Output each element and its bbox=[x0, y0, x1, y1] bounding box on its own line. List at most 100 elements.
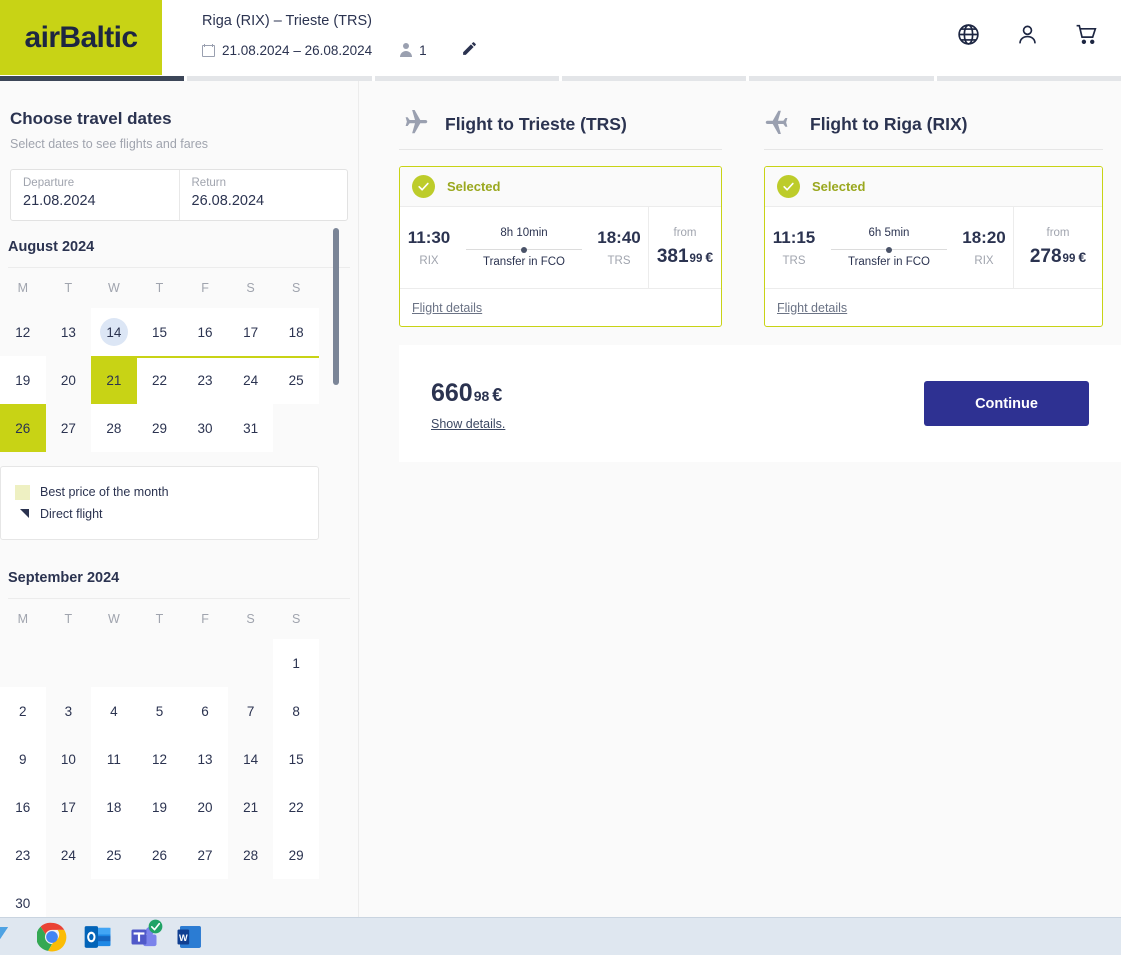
calendar-weekday-row: MTWTFSS bbox=[0, 599, 319, 639]
trip-summary: Riga (RIX) – Trieste (TRS) 21.08.2024 – … bbox=[202, 0, 478, 60]
word-icon[interactable]: W bbox=[172, 919, 208, 955]
return-price-main: 278 bbox=[1029, 246, 1062, 267]
chrome-icon[interactable] bbox=[34, 919, 70, 955]
departure-date-field[interactable]: Departure 21.08.2024 bbox=[11, 170, 179, 220]
calendar-day-cell[interactable]: 24 bbox=[227, 356, 274, 404]
calendar-day-cell[interactable]: 12 bbox=[136, 735, 183, 783]
calendar-day-cell[interactable]: 22 bbox=[136, 356, 183, 404]
calendar-day-cell[interactable]: 13 bbox=[182, 735, 228, 783]
outbound-from-label: from bbox=[673, 227, 697, 239]
return-arrive-time: 18:20 bbox=[962, 228, 1006, 247]
calendar-day-cell[interactable]: 16 bbox=[0, 783, 46, 831]
calendar-day-cell[interactable]: 23 bbox=[0, 831, 46, 879]
outbound-arrive-code: TRS bbox=[607, 255, 631, 267]
travel-dates-panel: Choose travel dates Select dates to see … bbox=[0, 81, 359, 917]
calendar-day-cell[interactable]: 2 bbox=[0, 687, 46, 735]
airbaltic-logo[interactable]: airBaltic bbox=[0, 0, 162, 75]
calendar-grid: M T W T F S S 12 13 14 15 16 17 18 19 20 21 22 23 24 25 26 27 2… bbox=[0, 268, 319, 452]
calendar-day-cell[interactable]: 25 bbox=[273, 356, 319, 404]
calendar-day-cell[interactable]: 22 bbox=[273, 783, 319, 831]
calendar-day-cell[interactable]: 30 bbox=[182, 404, 228, 452]
calendar-day-cell[interactable]: 20 bbox=[182, 783, 228, 831]
outbound-header: Flight to Trieste (TRS) bbox=[399, 81, 722, 149]
calendar-day-cell[interactable]: 4 bbox=[91, 687, 137, 735]
calendar-weekday: M bbox=[17, 612, 28, 626]
calendar-weekday-row: MTWTFSS bbox=[0, 268, 319, 308]
calendar-day-cell[interactable]: 15 bbox=[273, 735, 319, 783]
calendar-day-cell[interactable]: 18 bbox=[91, 783, 137, 831]
return-price-cents: 99 bbox=[1062, 253, 1076, 265]
calendar-day-cell[interactable]: 29 bbox=[273, 831, 319, 879]
calendar-day-cell[interactable]: 17 bbox=[227, 308, 274, 356]
calendar-day-cell[interactable]: 8 bbox=[273, 687, 319, 735]
total-price: 660 98 € bbox=[431, 379, 505, 408]
calendar-weekday: S bbox=[246, 281, 255, 295]
calendar-day-cell: 24 bbox=[45, 831, 92, 879]
return-depart: 11:15 TRS bbox=[765, 228, 823, 267]
flight-card-outbound[interactable]: Selected 11:30 RIX 8h 10min Transfer in … bbox=[399, 166, 722, 327]
calendar-day-cell[interactable]: 11 bbox=[91, 735, 137, 783]
teams-icon[interactable] bbox=[126, 919, 163, 955]
total-price-cents: 98 bbox=[473, 387, 490, 404]
total-currency: € bbox=[492, 384, 503, 405]
return-flight-details-link[interactable]: Flight details bbox=[777, 301, 847, 315]
person-icon[interactable] bbox=[1015, 22, 1040, 52]
outbound-card-body: 11:30 RIX 8h 10min Transfer in FCO 18:40… bbox=[400, 207, 721, 288]
calendar-spacer bbox=[0, 540, 358, 570]
cart-icon[interactable] bbox=[1074, 22, 1099, 52]
calendar-day-cell: 27 bbox=[45, 404, 92, 452]
calendar-day-cell[interactable]: 26 bbox=[136, 831, 183, 879]
calendar-day-cell[interactable]: 29 bbox=[136, 404, 183, 452]
outlook-icon[interactable] bbox=[80, 919, 116, 955]
transfer-dot-icon bbox=[886, 246, 892, 253]
calendar-scrollbar-thumb[interactable] bbox=[333, 228, 339, 385]
calendar-day-cell bbox=[91, 639, 137, 687]
person-icon bbox=[399, 43, 412, 57]
outbound-status-label: Selected bbox=[447, 179, 501, 194]
calendar-day-cell[interactable]: 18 bbox=[273, 308, 319, 356]
calendar-scroll-area: August 2024 M T W T F S S 12 13 14 15 16 17 18 19 20 21 22… bbox=[0, 239, 358, 917]
calendar-day-cell[interactable]: 27 bbox=[182, 831, 228, 879]
return-currency: € bbox=[1078, 249, 1087, 265]
return-date-field[interactable]: Return 26.08.2024 bbox=[178, 170, 348, 220]
calendar-day-cell bbox=[45, 639, 92, 687]
calendar-week-row: 12 13 14 15 16 17 18 bbox=[0, 308, 319, 356]
outbound-price-cents: 99 bbox=[689, 253, 703, 265]
return-card-body: 11:15 TRS 6h 5min Transfer in FCO 18:20 … bbox=[765, 207, 1102, 288]
calendar-day-cell[interactable]: 15 bbox=[136, 308, 183, 356]
flight-column-outbound: Flight to Trieste (TRS) Selected 11:30 R… bbox=[359, 81, 740, 327]
continue-button[interactable]: Continue bbox=[924, 381, 1089, 426]
onedrive-icon[interactable] bbox=[0, 919, 24, 955]
header-actions bbox=[956, 22, 1099, 52]
calendar-day-cell[interactable]: 30 bbox=[0, 879, 46, 917]
return-from-label: from bbox=[1046, 227, 1070, 239]
return-depart-time: 11:15 bbox=[772, 228, 816, 247]
show-details-link[interactable]: Show details. bbox=[431, 417, 505, 431]
calendar-day-cell[interactable]: 25 bbox=[91, 831, 137, 879]
calendar-day-cell[interactable]: 14 bbox=[91, 308, 137, 356]
calendar-week-row: 16 17 18 19 20 21 22 bbox=[0, 783, 319, 831]
calendar-day-cell[interactable]: 21 bbox=[91, 356, 137, 404]
outbound-flight-details-link[interactable]: Flight details bbox=[412, 301, 482, 315]
total-price-bar: 660 98 € Show details. Continue bbox=[399, 345, 1121, 462]
calendar-day-cell[interactable]: 28 bbox=[91, 404, 137, 452]
calendar-day-cell[interactable]: 31 bbox=[227, 404, 274, 452]
calendar-day-cell bbox=[273, 879, 319, 917]
calendar-day-cell[interactable]: 16 bbox=[182, 308, 228, 356]
pencil-icon[interactable] bbox=[461, 40, 478, 60]
globe-icon[interactable] bbox=[956, 22, 981, 52]
calendar-day-cell[interactable]: 6 bbox=[182, 687, 228, 735]
calendar-day-cell[interactable]: 19 bbox=[0, 356, 46, 404]
calendar-day-cell[interactable]: 1 bbox=[273, 639, 319, 687]
check-circle-icon bbox=[412, 175, 435, 198]
flight-card-return[interactable]: Selected 11:15 TRS 6h 5min Transfer in F… bbox=[764, 166, 1103, 327]
legend-label: Best price of the month bbox=[40, 485, 169, 499]
calendar-day-cell[interactable]: 19 bbox=[136, 783, 183, 831]
calendar-list: August 2024 M T W T F S S 12 13 14 15 16 17 18 19 20 21 22… bbox=[0, 239, 358, 917]
calendar-day-cell[interactable]: 26 bbox=[0, 404, 46, 452]
calendar-day-cell[interactable]: 23 bbox=[182, 356, 228, 404]
calendar-day-cell[interactable]: 9 bbox=[0, 735, 46, 783]
trip-route: Riga (RIX) – Trieste (TRS) bbox=[202, 13, 372, 29]
main-content: Flight to Trieste (TRS) Selected 11:30 R… bbox=[359, 81, 1121, 917]
calendar-day-cell[interactable]: 5 bbox=[136, 687, 183, 735]
